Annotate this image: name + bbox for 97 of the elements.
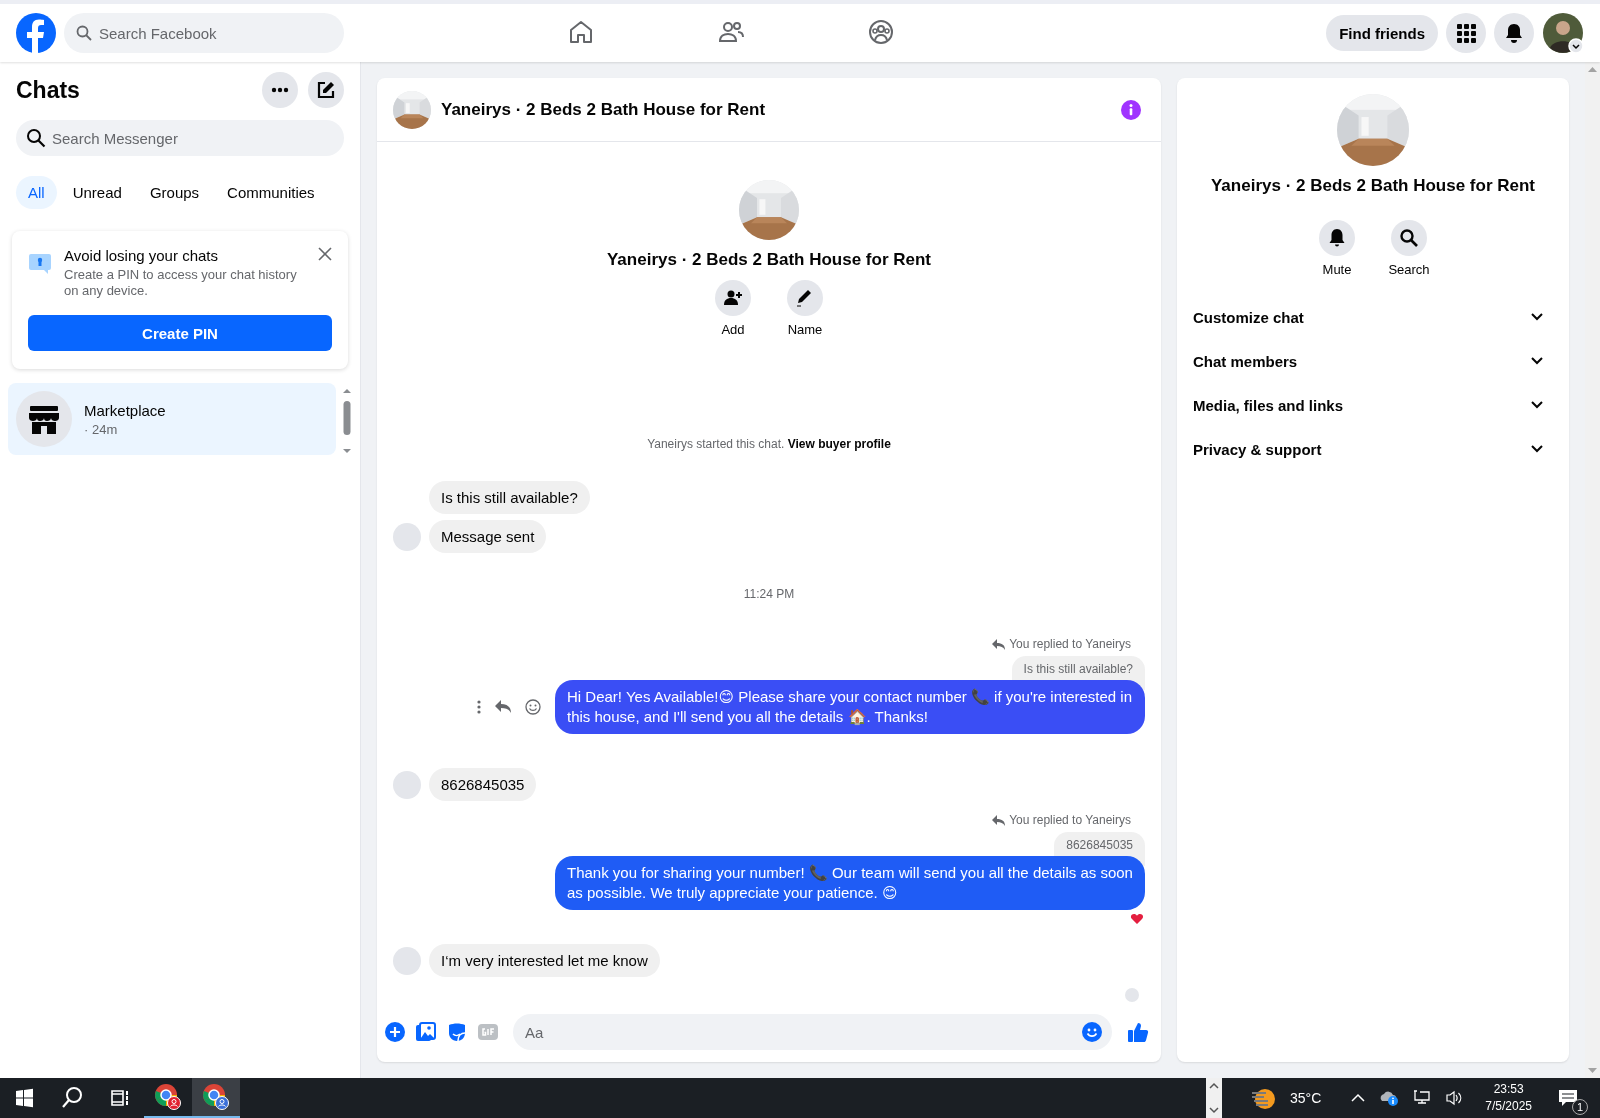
plus-icon[interactable] <box>385 1022 405 1042</box>
action-label: Search <box>1388 262 1430 277</box>
conversation-title[interactable]: Yaneirys · 2 Beds 2 Bath House for Rent <box>441 99 1111 120</box>
filter-tab[interactable]: Groups <box>137 176 212 209</box>
message-bubble: Hi Dear! Yes Available!😊 Please share your contact number 📞 if you're interested in this house, and I'll send you all the details 🏠. Thanks! <box>555 680 1145 734</box>
emoji-icon[interactable] <box>1082 1022 1102 1042</box>
info-icon[interactable] <box>1121 99 1141 120</box>
avatar <box>393 771 421 799</box>
message-bubble: 8626845035 <box>429 768 537 801</box>
cloud-info-icon[interactable] <box>1379 1089 1400 1107</box>
section-label: Customize chat <box>1193 308 1304 326</box>
taskbar-app[interactable] <box>192 1078 240 1118</box>
new-message-button[interactable] <box>308 72 344 108</box>
section-header[interactable]: Media, files and links <box>1193 383 1553 427</box>
timestamp: 11:24 PM <box>742 587 796 601</box>
create-pin-button[interactable]: Create PIN <box>28 315 332 351</box>
message-bubble: Is this still available? <box>429 481 590 514</box>
scroll-arrows-icon[interactable] <box>1206 1078 1222 1118</box>
section-label: Media, files and links <box>1193 396 1344 414</box>
profile-avatar[interactable] <box>1542 12 1584 54</box>
chat-list-item[interactable]: Marketplace · 24m <box>8 383 336 455</box>
notification-count: 1 <box>1572 1099 1588 1115</box>
filter-tab[interactable]: All <box>16 176 57 209</box>
action-label: Add <box>721 322 745 337</box>
mute-button[interactable] <box>1319 220 1355 256</box>
sidebar-title: Chats <box>16 76 80 104</box>
message-input[interactable]: Aa <box>513 1014 1112 1050</box>
close-icon[interactable] <box>318 247 332 261</box>
message-bubble: I‘m very interested let me know <box>429 944 660 977</box>
reply-label: You replied to Yaneirys <box>1009 637 1131 651</box>
filter-tab[interactable]: Unread <box>60 176 134 209</box>
chat-name: Marketplace <box>84 401 166 419</box>
sticker-icon[interactable] <box>447 1022 467 1042</box>
browser-icon <box>202 1083 230 1111</box>
like-icon[interactable] <box>1127 1021 1149 1043</box>
groups-icon[interactable] <box>867 17 896 46</box>
weather-icon <box>1252 1086 1276 1110</box>
search-button[interactable] <box>1391 220 1427 256</box>
more-icon <box>271 87 289 93</box>
chevron-down-icon <box>1531 401 1543 409</box>
section-label: Chat members <box>1193 352 1298 370</box>
card-description: Create a PIN to access your chat history on any device. <box>64 267 298 299</box>
search-icon <box>26 128 46 148</box>
conversation-name: Yaneirys · 2 Beds 2 Bath House for Rent <box>1210 176 1535 196</box>
chevron-up-icon[interactable] <box>1351 1093 1366 1103</box>
temperature: 35°C <box>1290 1090 1322 1106</box>
reply-icon <box>992 638 1006 650</box>
section-label: Privacy & support <box>1193 440 1322 458</box>
avatar <box>393 523 421 551</box>
network-icon[interactable] <box>1413 1089 1432 1107</box>
clock-time: 23:53 <box>1492 1081 1525 1098</box>
bell-icon <box>1327 228 1347 248</box>
menu-button[interactable] <box>1446 13 1486 53</box>
chat-time: · 24m <box>84 421 119 437</box>
clock-date: 7/5/2025 <box>1485 1098 1532 1115</box>
search-field[interactable]: Search Facebook <box>64 13 344 53</box>
bell-icon <box>1504 23 1524 43</box>
search-field[interactable]: Search Messenger <box>16 120 344 156</box>
chat-lock-icon <box>28 253 52 275</box>
search-icon <box>1399 228 1419 248</box>
reply-icon <box>992 814 1006 826</box>
emoji-icon[interactable] <box>525 699 541 715</box>
message-icon[interactable] <box>1558 1089 1578 1107</box>
browser-icon <box>154 1083 182 1111</box>
filter-tab[interactable]: Communities <box>215 176 327 209</box>
section-header[interactable]: Chat members <box>1193 339 1553 383</box>
card-title: Avoid losing your chats <box>64 247 219 264</box>
menu-icon <box>1456 23 1476 43</box>
reply-icon[interactable] <box>495 700 511 714</box>
reply-label: You replied to Yaneirys <box>1009 813 1131 827</box>
store-icon <box>16 391 72 447</box>
avatar <box>393 947 421 975</box>
section-header[interactable]: Privacy & support <box>1193 427 1553 471</box>
photo-icon[interactable] <box>416 1022 436 1042</box>
volume-icon[interactable] <box>1445 1089 1464 1107</box>
add-button[interactable] <box>715 280 751 316</box>
seen-indicator <box>1125 988 1139 1002</box>
message-bubble: Message sent <box>429 520 547 553</box>
notifications-button[interactable] <box>1494 13 1534 53</box>
chevron-down-icon <box>1531 445 1543 453</box>
search-icon <box>76 25 92 41</box>
buyer-profile-link[interactable]: View buyer profile <box>787 437 891 451</box>
facebook-logo[interactable] <box>16 13 56 53</box>
action-label: Mute <box>1322 262 1352 277</box>
conversation-name: Yaneirys · 2 Beds 2 Bath House for Rent <box>606 250 931 270</box>
system-text: Yaneirys started this chat. <box>647 437 785 451</box>
add-person-icon <box>723 288 743 308</box>
more-icon[interactable] <box>477 700 481 714</box>
chevron-down-icon <box>1531 313 1543 321</box>
section-header[interactable]: Customize chat <box>1193 295 1553 339</box>
name-button[interactable] <box>787 280 823 316</box>
chevron-down-icon <box>1531 357 1543 365</box>
action-label: Name <box>787 322 823 337</box>
message-bubble: Thank you for sharing your number! 📞 Our team will send you all the details as soon as possible. We truly appreciate your patience. 😊 <box>555 856 1145 910</box>
compose-icon <box>316 80 336 100</box>
find-friends-button[interactable]: Find friends <box>1326 15 1438 51</box>
more-options-button[interactable] <box>262 72 298 108</box>
